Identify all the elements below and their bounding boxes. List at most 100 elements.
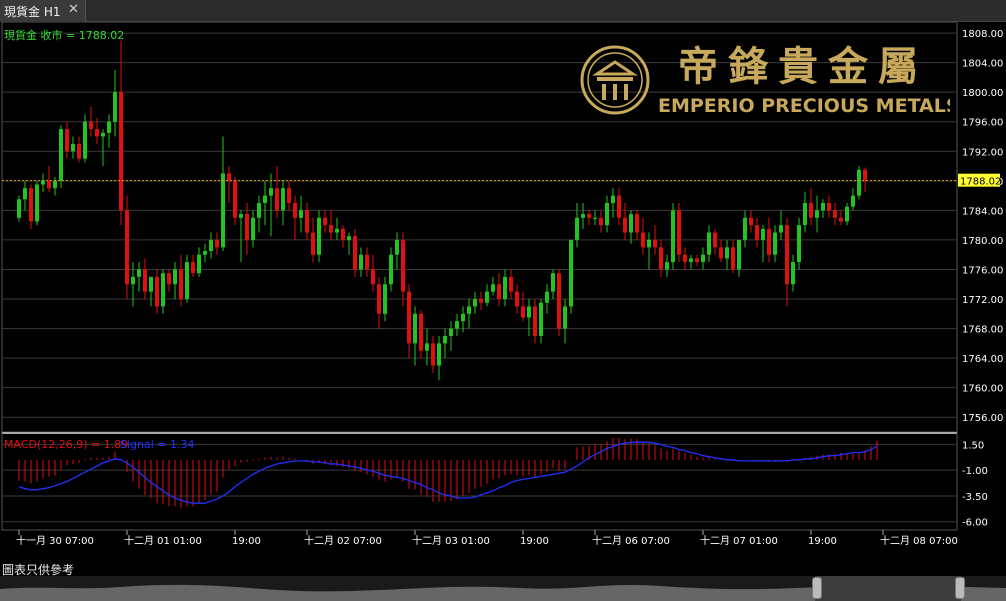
price-tick-label: 1796.00: [962, 118, 1003, 129]
candle-body: [833, 210, 837, 218]
macd-tick-label: -3.50: [962, 492, 988, 503]
candle-body: [725, 247, 729, 259]
candle-body: [851, 195, 855, 207]
candle-body: [335, 228, 339, 233]
candle-body: [173, 269, 177, 285]
candle-body: [551, 273, 555, 292]
price-legend: 現貨金 收市 = 1788.02: [4, 28, 124, 42]
candle-body: [743, 217, 747, 240]
candle-body: [827, 202, 831, 211]
candle-body: [587, 214, 591, 218]
candle-body: [575, 217, 579, 240]
candle-body: [23, 188, 27, 200]
x-tick-label: 十一月 30 07:00: [16, 534, 94, 547]
candle-body: [797, 225, 801, 263]
candle-body: [617, 195, 621, 218]
x-tick-label: 十二月 01 01:00: [124, 534, 202, 547]
candle-body: [545, 291, 549, 303]
candle-body: [389, 254, 393, 285]
candle-body: [539, 302, 543, 336]
navigator-left-handle[interactable]: [812, 577, 822, 599]
candle-body: [647, 239, 651, 248]
current-price-label: 1788.02: [960, 177, 1001, 188]
candle-body: [491, 284, 495, 292]
macd-legend: MACD(12,26,9) = 1.89: [4, 438, 128, 451]
candle-body: [353, 236, 357, 270]
candle-body: [527, 306, 531, 318]
candle-body: [341, 228, 345, 240]
candle-body: [413, 313, 417, 344]
candle-body: [89, 121, 93, 130]
candle-body: [269, 188, 273, 196]
candle-body: [197, 254, 201, 274]
candle-body: [677, 210, 681, 255]
candle-body: [155, 276, 159, 307]
candle-body: [29, 188, 33, 222]
candle-body: [221, 173, 225, 248]
price-tick-label: 1768.00: [962, 325, 1003, 336]
price-tick-label: 1760.00: [962, 384, 1003, 395]
candle-body: [773, 232, 777, 255]
candle-body: [263, 195, 267, 203]
candle-body: [83, 121, 87, 159]
logo-english-name: EMPERIO PRECIOUS METALS: [658, 95, 950, 117]
candle-body: [533, 306, 537, 336]
candle-body: [245, 214, 249, 240]
candle-body: [227, 173, 231, 181]
x-tick-label: 十二月 08 07:00: [880, 534, 958, 547]
candle-body: [185, 262, 189, 300]
candle-body: [191, 262, 195, 274]
candle-body: [641, 232, 645, 248]
navigator-right-handle[interactable]: [955, 577, 965, 599]
candle-body: [755, 225, 759, 240]
candle-body: [281, 188, 285, 211]
candle-body: [317, 217, 321, 255]
close-icon[interactable]: ✕: [68, 2, 79, 17]
candle-body: [41, 180, 45, 185]
x-tick-label: 十二月 07 01:00: [700, 534, 778, 547]
logo-chinese-name: 帝鋒貴金屬: [678, 44, 928, 90]
candle-body: [497, 284, 501, 300]
candle-body: [371, 269, 375, 285]
candle-body: [629, 214, 633, 233]
candle-body: [623, 217, 627, 233]
candle-body: [485, 291, 489, 303]
candle-body: [17, 199, 21, 218]
candle-body: [557, 273, 561, 329]
candle-body: [293, 202, 297, 218]
emperio-logo: 帝鋒貴金屬 EMPERIO PRECIOUS METALS: [580, 40, 960, 120]
chart-navigator[interactable]: [0, 576, 1006, 601]
candle-body: [719, 247, 723, 259]
candle-body: [635, 214, 639, 233]
candle-body: [659, 247, 663, 270]
candle-body: [611, 195, 615, 203]
candle-body: [515, 291, 519, 307]
candle-body: [605, 202, 609, 226]
candle-body: [461, 313, 465, 322]
tab-title: 現貨金 H1: [4, 5, 61, 19]
candle-body: [803, 202, 807, 226]
price-tick-label: 1776.00: [962, 265, 1003, 276]
candle-body: [275, 188, 279, 211]
candle-body: [689, 258, 693, 263]
candle-body: [125, 210, 129, 285]
candle-body: [77, 143, 81, 159]
candle-body: [95, 129, 99, 137]
candle-body: [779, 225, 783, 233]
candle-body: [731, 247, 735, 270]
candle-body: [59, 129, 63, 181]
candle-body: [695, 258, 699, 263]
candle-body: [431, 343, 435, 366]
candle-body: [863, 169, 867, 181]
candle-body: [437, 343, 441, 366]
candle-body: [239, 214, 243, 218]
candle-body: [455, 321, 459, 329]
tab-gold-h1[interactable]: 現貨金 H1 ✕: [0, 0, 86, 22]
candle-body: [35, 184, 39, 222]
candle-body: [107, 121, 111, 133]
price-tick-label: 1780.00: [962, 236, 1003, 247]
candle-body: [563, 306, 567, 329]
macd-signal-legend: Signal = 1.34: [120, 438, 195, 451]
candle-body: [671, 210, 675, 263]
candle-body: [251, 217, 255, 240]
